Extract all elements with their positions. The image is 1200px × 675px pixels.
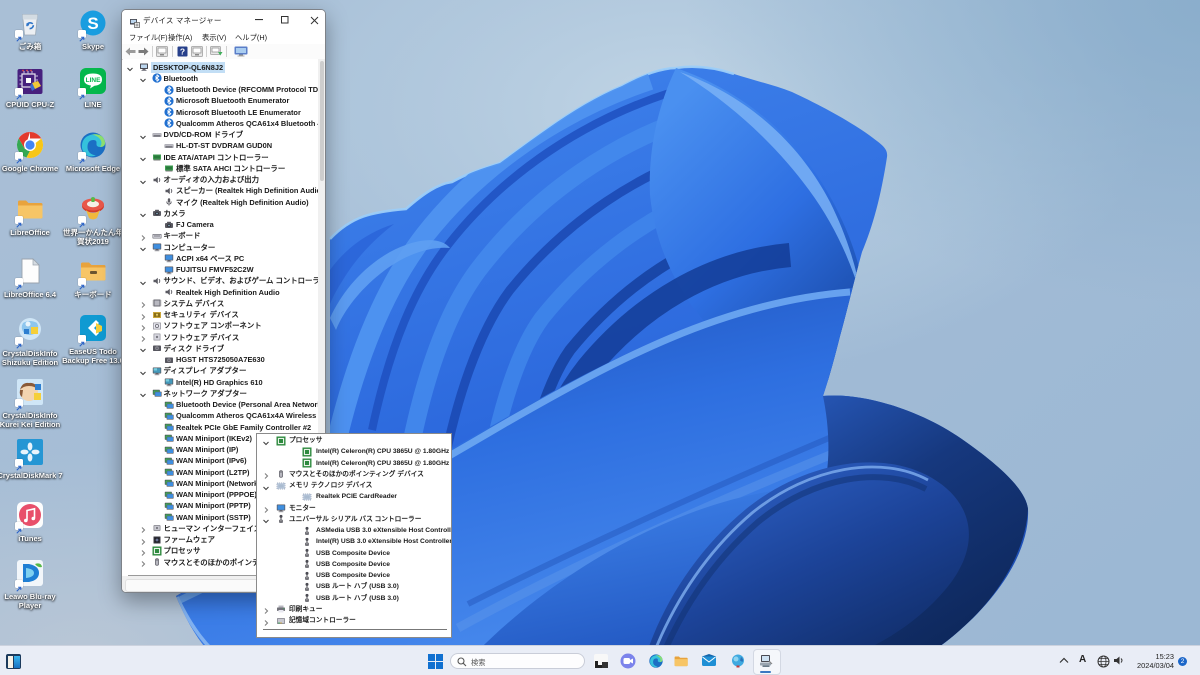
svg-text:LINE: LINE [86, 77, 101, 84]
svg-text:?: ? [180, 47, 185, 57]
svg-text:S: S [87, 14, 98, 33]
